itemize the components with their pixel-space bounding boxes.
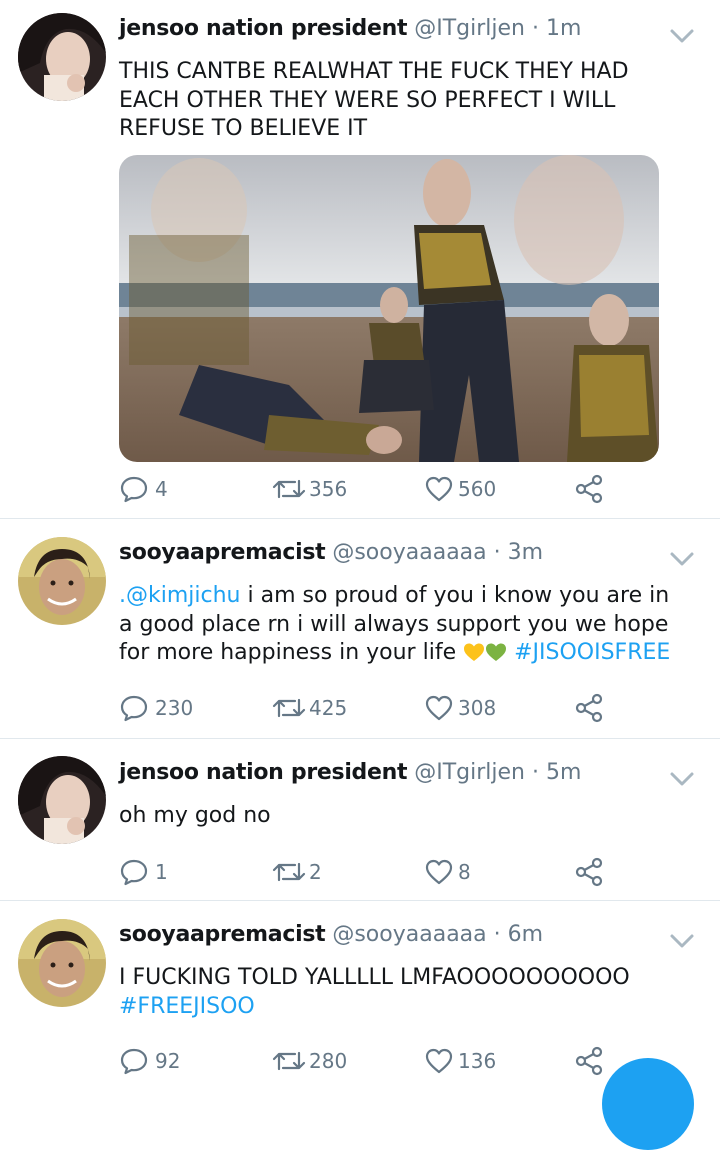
separator-dot: ·: [493, 922, 501, 947]
heart-icon: [425, 1048, 453, 1074]
avatar[interactable]: [18, 756, 106, 844]
reply-icon: [120, 1048, 148, 1075]
timestamp[interactable]: 6m: [508, 922, 543, 947]
like-button[interactable]: 308: [424, 693, 496, 723]
tweet-header: jensoo nation president @ITgirljen · 1m: [119, 16, 581, 46]
tweet-actions: 1 2 8: [119, 857, 639, 889]
like-button[interactable]: 136: [424, 1046, 496, 1076]
separator-dot: ·: [493, 540, 501, 565]
share-button[interactable]: [573, 1046, 605, 1076]
chevron-down-icon[interactable]: [668, 26, 696, 46]
retweet-count: 2: [309, 860, 322, 884]
share-icon: [575, 474, 603, 504]
avatar[interactable]: [18, 13, 106, 101]
yellow-heart-emoji: [463, 642, 485, 671]
reply-icon: [120, 476, 148, 503]
hashtag-link[interactable]: #JISOOISFREE: [514, 640, 670, 665]
reply-button[interactable]: 230: [119, 693, 193, 723]
tweet-header: jensoo nation president @ITgirljen · 5m: [119, 760, 581, 790]
separator-dot: ·: [531, 16, 539, 41]
reply-count: 1: [155, 860, 168, 884]
reply-count: 4: [155, 477, 168, 501]
tweet-image[interactable]: [119, 155, 659, 462]
chevron-down-icon[interactable]: [668, 769, 696, 789]
user-handle[interactable]: @ITgirljen: [414, 16, 525, 41]
tweet-text: I FUCKING TOLD YALLLLL LMFAOOOOOOOOOO #F…: [119, 964, 689, 1021]
tweet-3[interactable]: jensoo nation president @ITgirljen · 5m …: [0, 739, 720, 900]
tweet-header: sooyaapremacist @sooyaaaaaa · 6m: [119, 922, 543, 952]
user-handle[interactable]: @ITgirljen: [414, 760, 525, 785]
tweet-actions: 92 280 136: [119, 1046, 639, 1078]
like-button[interactable]: 8: [424, 857, 471, 887]
like-count: 136: [458, 1049, 497, 1073]
retweet-icon: [272, 698, 306, 718]
share-icon: [575, 857, 603, 887]
display-name[interactable]: sooyaapremacist: [119, 922, 326, 947]
mention-link[interactable]: .@kimjichu: [119, 583, 240, 608]
retweet-icon: [272, 1051, 306, 1071]
reply-button[interactable]: 1: [119, 857, 168, 887]
like-button[interactable]: 560: [424, 474, 496, 504]
tweet-1[interactable]: jensoo nation president @ITgirljen · 1m …: [0, 0, 720, 518]
timestamp[interactable]: 3m: [508, 540, 543, 565]
retweet-count: 425: [309, 696, 348, 720]
green-heart-emoji: [485, 642, 507, 671]
share-icon: [575, 693, 603, 723]
retweet-count: 280: [309, 1049, 348, 1073]
reply-icon: [120, 695, 148, 722]
tweet-text: .@kimjichu i am so proud of you i know y…: [119, 582, 689, 671]
user-handle[interactable]: @sooyaaaaaa: [332, 540, 486, 565]
reply-button[interactable]: 92: [119, 1046, 180, 1076]
heart-icon: [425, 695, 453, 721]
timestamp[interactable]: 5m: [546, 760, 581, 785]
retweet-count: 356: [309, 477, 348, 501]
tweet-text-content: I FUCKING TOLD YALLLLL LMFAOOOOOOOOOO: [119, 965, 630, 990]
retweet-icon: [272, 479, 306, 499]
tweet-2[interactable]: sooyaapremacist @sooyaaaaaa · 3m .@kimji…: [0, 519, 720, 738]
timestamp[interactable]: 1m: [546, 16, 581, 41]
retweet-button[interactable]: 2: [271, 857, 322, 887]
retweet-button[interactable]: 280: [271, 1046, 347, 1076]
display-name[interactable]: jensoo nation president: [119, 16, 408, 41]
tweet-actions: 230 425 308: [119, 693, 639, 725]
share-icon: [575, 1046, 603, 1076]
like-count: 308: [458, 696, 497, 720]
share-button[interactable]: [573, 693, 605, 723]
chevron-down-icon[interactable]: [668, 549, 696, 569]
tweet-actions: 4 356 560: [119, 474, 639, 506]
share-button[interactable]: [573, 474, 605, 504]
heart-icon: [425, 859, 453, 885]
avatar[interactable]: [18, 537, 106, 625]
tweet-header: sooyaapremacist @sooyaaaaaa · 3m: [119, 540, 543, 570]
like-count: 8: [458, 860, 471, 884]
retweet-button[interactable]: 356: [271, 474, 347, 504]
heart-icon: [425, 476, 453, 502]
tweet-text: THIS CANTBE REALWHAT THE FUCK THEY HAD E…: [119, 59, 629, 141]
separator-dot: ·: [531, 760, 539, 785]
chevron-down-icon[interactable]: [668, 931, 696, 951]
hashtag-link[interactable]: #FREEJISOO: [119, 994, 255, 1019]
tweet-4[interactable]: sooyaapremacist @sooyaaaaaa · 6m I FUCKI…: [0, 901, 720, 1091]
like-count: 560: [458, 477, 497, 501]
display-name[interactable]: jensoo nation president: [119, 760, 408, 785]
avatar[interactable]: [18, 919, 106, 1007]
reply-count: 92: [155, 1049, 181, 1073]
reply-count: 230: [155, 696, 194, 720]
user-handle[interactable]: @sooyaaaaaa: [332, 922, 486, 947]
retweet-button[interactable]: 425: [271, 693, 347, 723]
compose-tweet-button[interactable]: [602, 1058, 694, 1150]
display-name[interactable]: sooyaapremacist: [119, 540, 326, 565]
reply-button[interactable]: 4: [119, 474, 168, 504]
share-button[interactable]: [573, 857, 605, 887]
reply-icon: [120, 859, 148, 886]
retweet-icon: [272, 862, 306, 882]
tweet-text: oh my god no: [119, 803, 271, 828]
